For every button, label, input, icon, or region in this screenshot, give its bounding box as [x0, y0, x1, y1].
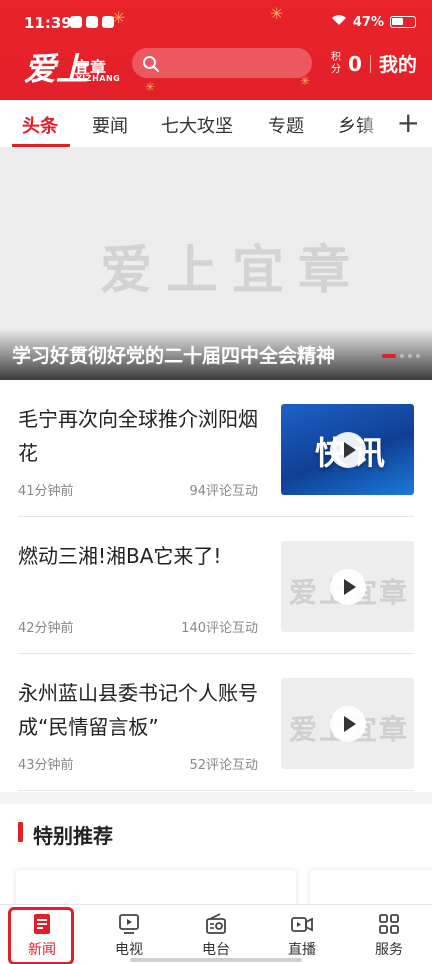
nav-radio[interactable]: 电台 [184, 913, 248, 959]
search-icon [143, 56, 159, 72]
tab-key-news[interactable]: 要闻 [92, 112, 128, 138]
news-headline: 毛宁再次向全球推介浏阳烟花 [18, 407, 258, 465]
news-list: 毛宁再次向全球推介浏阳烟花 41分钟前 94评论互动 快讯 燃动三湘!湘BA它来… [0, 380, 432, 792]
news-comments: 140评论互动 [181, 621, 258, 636]
carousel-dots [382, 354, 420, 358]
nav-news[interactable]: 新闻 [10, 913, 74, 959]
points-area[interactable]: 积分 0 我的 [330, 50, 417, 77]
wifi-icon [331, 14, 347, 30]
carousel-dot [416, 354, 420, 358]
firework-decoration: ✳ [145, 80, 156, 94]
nav-label: 服务 [375, 942, 403, 958]
firework-decoration: ✳ [270, 4, 284, 23]
tv-icon [119, 914, 139, 934]
play-icon [329, 568, 366, 605]
active-tab-indicator [12, 144, 70, 147]
news-time: 42分钟前 [18, 621, 74, 636]
news-item[interactable]: 毛宁再次向全球推介浏阳烟花 41分钟前 94评论互动 快讯 [18, 380, 414, 517]
firework-decoration: ✳ [112, 8, 126, 27]
app-root: 11:39 47% ✳ ✳ ✳ ✳ 爱上 宜章 YIZHANG 积分 0 我的 … [0, 0, 432, 964]
news-thumbnail: 爱上宜章 [281, 678, 414, 769]
divider [369, 54, 371, 73]
add-channel-button[interactable]: + [397, 106, 420, 140]
channel-tabs: 头条 要闻 七大攻坚 专题 乡镇 + [0, 100, 432, 148]
news-thumbnail: 爱上宜章 [281, 541, 414, 632]
carousel-dot [400, 354, 404, 358]
nav-label: 新闻 [28, 942, 56, 958]
special-recommend-section: 特别推荐 [0, 804, 432, 920]
news-thumbnail: 快讯 [281, 404, 414, 495]
nav-label: 电视 [115, 942, 143, 958]
news-headline: 燃动三湘!湘BA它来了! [18, 544, 222, 568]
nav-label: 直播 [288, 942, 316, 958]
status-right: 47% [331, 14, 416, 30]
nav-services[interactable]: 服务 [357, 913, 421, 959]
news-icon [34, 914, 50, 934]
radio-icon [206, 913, 226, 934]
search-input[interactable] [132, 48, 312, 78]
section-title: 特别推荐 [33, 824, 113, 848]
section-accent-bar [18, 822, 23, 842]
tabs-fade [358, 100, 388, 147]
carousel-dot-active [382, 354, 396, 358]
news-comments: 52评论互动 [189, 758, 258, 773]
app-notification-icon [70, 16, 82, 28]
news-headline: 永州蓝山县委书记个人账号成“民情留言板” [18, 681, 258, 739]
points-label: 积分 [331, 51, 341, 75]
news-item[interactable]: 永州蓝山县委书记个人账号成“民情留言板” 43分钟前 52评论互动 爱上宜章 [18, 654, 414, 791]
play-icon [329, 705, 366, 742]
points-value: 0 [348, 51, 362, 76]
nav-live[interactable]: 直播 [270, 913, 334, 959]
banner-watermark: 爱上宜章 [100, 240, 365, 301]
mail-icon [86, 16, 98, 28]
news-item[interactable]: 燃动三湘!湘BA它来了! 42分钟前 140评论互动 爱上宜章 [18, 517, 414, 654]
nav-tv[interactable]: 电视 [97, 913, 161, 959]
battery-icon [390, 16, 416, 28]
live-icon [291, 917, 313, 932]
mine-button[interactable]: 我的 [379, 50, 417, 77]
news-time: 43分钟前 [18, 758, 74, 773]
status-bar: 11:39 47% [0, 0, 432, 40]
tab-seven-tasks[interactable]: 七大攻坚 [161, 112, 233, 138]
status-time: 11:39 [24, 14, 72, 32]
battery-text: 47% [352, 14, 384, 30]
featured-banner[interactable]: 爱上宜章 学习好贯彻好党的二十届四中全会精神 [0, 148, 432, 380]
news-comments: 94评论互动 [189, 484, 258, 499]
nav-label: 电台 [202, 942, 230, 958]
tab-headlines[interactable]: 头条 [22, 112, 58, 138]
grid-icon [379, 914, 399, 934]
news-time: 41分钟前 [18, 484, 74, 499]
bottom-nav: 新闻 电视 电台 直播 服务 [0, 904, 432, 964]
logo-english-text: YIZHANG [76, 74, 121, 83]
banner-title: 学习好贯彻好党的二十届四中全会精神 [12, 345, 336, 367]
carousel-dot [408, 354, 412, 358]
header: 11:39 47% ✳ ✳ ✳ ✳ 爱上 宜章 YIZHANG 积分 0 我的 [0, 0, 432, 100]
app-logo: 爱上 宜章 YIZHANG [24, 44, 121, 88]
notification-icons [70, 16, 114, 28]
tab-topics[interactable]: 专题 [268, 112, 304, 138]
home-indicator [130, 958, 302, 962]
play-icon [329, 431, 366, 468]
